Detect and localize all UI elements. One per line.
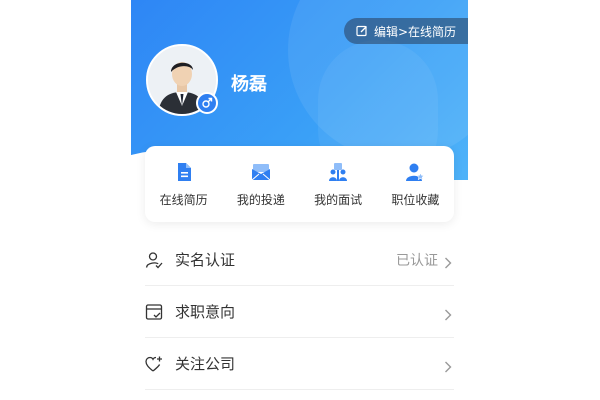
mail-icon (250, 161, 272, 183)
favorite-user-icon (404, 161, 426, 183)
quick-action-online-resume[interactable]: 在线简历 (149, 161, 219, 208)
profile-screen: 编辑>在线简历 杨磊 在线简历 我的投递 我的面试 职位收藏 实名认证 已认证 … (131, 0, 468, 400)
resume-icon (173, 161, 195, 183)
quick-action-label: 职位收藏 (391, 192, 440, 207)
chevron-right-icon (444, 254, 452, 268)
user-name: 杨磊 (231, 74, 267, 95)
menu-item-label: 关注公司 (175, 355, 236, 373)
user-verify-icon (145, 251, 163, 269)
settings-menu: 实名认证 已认证 求职意向 关注公司 (145, 234, 454, 390)
chevron-right-icon (444, 358, 452, 372)
quick-action-job-favorites[interactable]: 职位收藏 (380, 161, 450, 208)
edit-resume-label: 编辑>在线简历 (373, 24, 456, 39)
edit-resume-button[interactable]: 编辑>在线简历 (343, 18, 468, 44)
quick-action-label: 在线简历 (159, 192, 208, 207)
menu-item-job-intention[interactable]: 求职意向 (145, 286, 454, 338)
menu-item-label: 求职意向 (175, 303, 236, 321)
job-intent-icon (145, 303, 163, 321)
avatar[interactable] (146, 44, 218, 116)
menu-item-real-name-verification[interactable]: 实名认证 已认证 (145, 234, 454, 286)
heart-plus-icon (145, 355, 163, 373)
quick-action-label: 我的投递 (236, 192, 285, 207)
quick-action-label: 我的面试 (314, 192, 363, 207)
edit-icon (356, 25, 368, 37)
quick-action-my-interviews[interactable]: 我的面试 (303, 161, 373, 208)
verification-status: 已认证 (396, 252, 438, 269)
male-gender-icon (196, 92, 218, 114)
quick-action-my-applications[interactable]: 我的投递 (226, 161, 296, 208)
quick-actions-card: 在线简历 我的投递 我的面试 职位收藏 (145, 146, 454, 222)
interview-icon (327, 161, 349, 183)
menu-item-followed-companies[interactable]: 关注公司 (145, 338, 454, 390)
menu-item-label: 实名认证 (175, 251, 236, 269)
chevron-right-icon (444, 306, 452, 320)
